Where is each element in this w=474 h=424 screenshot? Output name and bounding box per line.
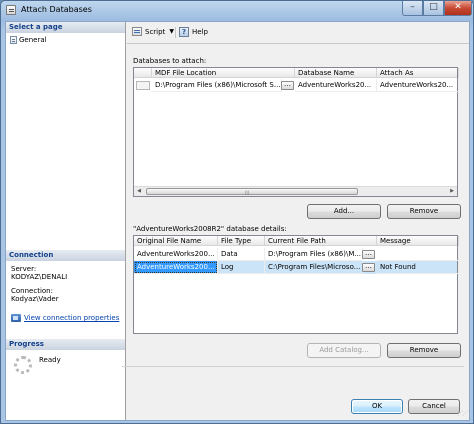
- page-icon: [10, 35, 17, 44]
- view-connection-properties-link[interactable]: View connection properties: [24, 314, 119, 322]
- script-icon: [132, 27, 142, 36]
- help-button[interactable]: ? Help: [179, 27, 208, 37]
- remove-file-button[interactable]: Remove: [387, 343, 461, 358]
- grip-icon: |||: [245, 190, 250, 195]
- original-file-name-cell[interactable]: AdventureWorks200...: [134, 248, 218, 261]
- toolbar: Script ▼ ? Help: [127, 22, 469, 44]
- title-bar[interactable]: Attach Databases – □ ✕: [1, 1, 473, 20]
- remove-database-button[interactable]: Remove: [387, 204, 461, 219]
- col-message[interactable]: Message: [377, 236, 459, 246]
- connection-properties-icon: [11, 314, 21, 322]
- grid-header-blank: [134, 68, 152, 78]
- cancel-button[interactable]: Cancel: [408, 399, 460, 414]
- ok-button[interactable]: OK: [351, 399, 403, 414]
- database-details-label: "AdventureWorks2008R2" database details:: [133, 225, 287, 233]
- table-row[interactable]: AdventureWorks200... Data D:\Program Fil…: [134, 248, 459, 261]
- mdf-location-cell[interactable]: D:\Program Files (x86)\Microsoft S...: [152, 79, 282, 92]
- script-label: Script: [145, 27, 166, 36]
- scroll-right-icon[interactable]: ▶: [447, 187, 457, 196]
- table-row[interactable]: AdventureWorks200... Log C:\Program File…: [134, 261, 459, 274]
- scroll-thumb[interactable]: |||: [146, 188, 358, 195]
- progress-spinner-icon: [14, 356, 32, 374]
- details-grid-header: Original File Name File Type Current Fil…: [134, 236, 459, 246]
- minimize-icon: –: [410, 2, 415, 12]
- connection-value: Kodyaz\Vader: [11, 295, 59, 303]
- browse-mdf-button[interactable]: …: [281, 81, 294, 90]
- window-title: Attach Databases: [21, 5, 92, 14]
- server-value: KODYAZ\DENALI: [11, 273, 68, 281]
- attach-as-cell[interactable]: AdventureWorks20...: [377, 79, 459, 92]
- scroll-left-icon[interactable]: ◀: [134, 187, 144, 196]
- horizontal-scrollbar[interactable]: ◀ ||| ▶: [134, 186, 457, 196]
- col-database-name[interactable]: Database Name: [295, 68, 377, 78]
- script-button[interactable]: Script ▼: [132, 27, 174, 36]
- col-attach-as[interactable]: Attach As: [377, 68, 459, 78]
- connection-info: Server: KODYAZ\DENALI Connection: Kodyaz…: [11, 265, 67, 303]
- message-cell[interactable]: [377, 248, 459, 261]
- server-label: Server:: [11, 265, 37, 273]
- footer-divider: [122, 366, 464, 367]
- progress-header: Progress: [6, 339, 125, 350]
- help-icon: ?: [179, 27, 189, 37]
- page-item-label: General: [19, 35, 47, 44]
- file-type-cell[interactable]: Log: [218, 261, 265, 274]
- message-cell[interactable]: Not Found: [377, 261, 459, 274]
- attach-databases-window: Attach Databases – □ ✕ Select a page Gen…: [0, 0, 474, 424]
- connection-header: Connection: [6, 250, 125, 261]
- progress-status: Ready: [39, 356, 61, 364]
- browse-path-button[interactable]: …: [362, 263, 375, 272]
- maximize-button[interactable]: □: [423, 1, 444, 16]
- col-file-type[interactable]: File Type: [218, 236, 265, 246]
- details-grid[interactable]: Original File Name File Type Current Fil…: [133, 235, 459, 334]
- col-original-file-name[interactable]: Original File Name: [134, 236, 218, 246]
- left-pane: Select a page General Connection Server:…: [6, 22, 126, 420]
- databases-to-attach-label: Databases to attach:: [133, 57, 207, 65]
- file-type-cell[interactable]: Data: [218, 248, 265, 261]
- col-mdf-file-location[interactable]: MDF File Location: [152, 68, 295, 78]
- row-selector[interactable]: [136, 81, 150, 90]
- original-file-name-cell[interactable]: AdventureWorks200...: [134, 261, 218, 274]
- resize-grip-icon[interactable]: ⋰⋰: [457, 410, 468, 417]
- databases-grid[interactable]: MDF File Location Database Name Attach A…: [133, 67, 459, 197]
- maximize-icon: □: [429, 2, 438, 12]
- select-page-header: Select a page: [6, 22, 125, 33]
- toolbar-separator: [175, 27, 176, 38]
- databases-grid-header: MDF File Location Database Name Attach A…: [134, 68, 459, 78]
- window-icon: [6, 5, 16, 15]
- add-catalog-button[interactable]: Add Catalog...: [307, 343, 381, 358]
- close-button[interactable]: ✕: [444, 1, 472, 16]
- current-file-path-cell[interactable]: C:\Program Files\Microso...: [265, 261, 363, 274]
- database-name-cell[interactable]: AdventureWorks20...: [295, 79, 377, 92]
- minimize-button[interactable]: –: [402, 1, 423, 16]
- help-label: Help: [192, 28, 208, 36]
- close-icon: ✕: [454, 2, 462, 12]
- page-item-general[interactable]: General: [10, 35, 47, 44]
- col-current-file-path[interactable]: Current File Path: [265, 236, 377, 246]
- add-button[interactable]: Add...: [307, 204, 381, 219]
- view-connection-properties[interactable]: View connection properties: [11, 314, 119, 322]
- table-row[interactable]: D:\Program Files (x86)\Microsoft S... … …: [134, 79, 459, 92]
- connection-label: Connection:: [11, 287, 53, 295]
- current-file-path-cell[interactable]: D:\Program Files (x86)\M...: [265, 248, 363, 261]
- chevron-down-icon[interactable]: ▼: [169, 28, 174, 35]
- browse-path-button[interactable]: …: [362, 250, 375, 259]
